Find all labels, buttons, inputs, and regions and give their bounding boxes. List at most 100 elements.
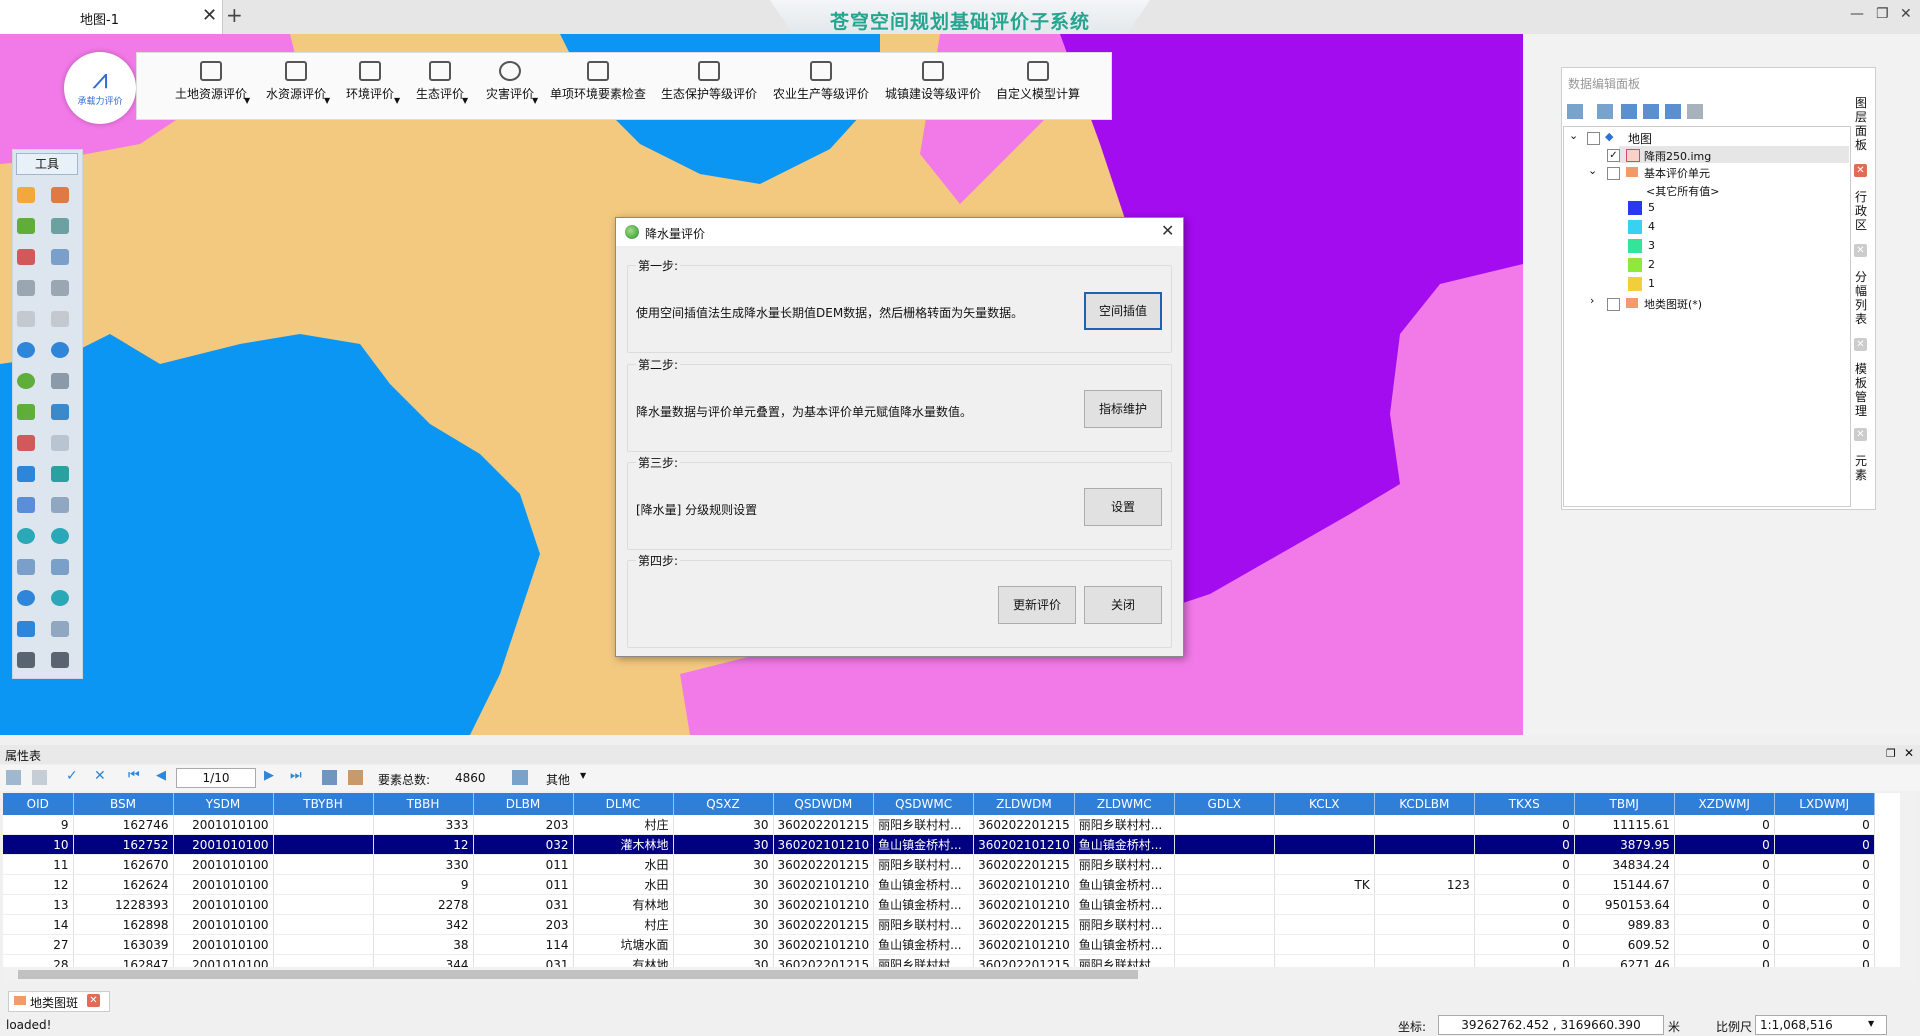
single-environment-check-button[interactable]: 单项环境要素检查 xyxy=(547,53,649,119)
column-header-tbybh[interactable]: TBYBH xyxy=(273,793,374,815)
hand-pan-icon[interactable] xyxy=(51,652,69,668)
table-icon[interactable] xyxy=(1643,104,1659,119)
previous-extent-icon[interactable] xyxy=(17,621,35,637)
pan-move-icon[interactable] xyxy=(51,404,69,420)
layer-grid-icon[interactable] xyxy=(1567,104,1583,119)
column-header-zldwdm[interactable]: ZLDWDM xyxy=(973,793,1075,815)
restore-button[interactable]: ❐ xyxy=(1876,6,1889,22)
page-input[interactable]: 1/10 xyxy=(176,768,256,788)
tab-template-manager[interactable]: 模板管理 xyxy=(1850,362,1872,418)
index-maintenance-button[interactable]: 指标维护 xyxy=(1084,390,1162,428)
filter-icon[interactable] xyxy=(512,770,528,785)
float-panel-icon[interactable]: ❐ xyxy=(1886,747,1896,760)
column-header-kcdlbm[interactable]: KCDLBM xyxy=(1374,793,1475,815)
check-icon[interactable]: ✓ xyxy=(66,768,78,784)
layer-add-icon[interactable] xyxy=(51,187,69,203)
tab-map-1[interactable]: 地图-1 ✕ xyxy=(0,0,223,34)
landuse-layer-checkbox[interactable] xyxy=(1607,298,1620,311)
group-checkbox[interactable] xyxy=(1607,167,1620,180)
grid-view-icon[interactable] xyxy=(322,770,337,785)
column-header-tbmj[interactable]: TBMJ xyxy=(1574,793,1675,815)
column-header-qsdwmc[interactable]: QSDWMC xyxy=(873,793,975,815)
landuse-layer-label[interactable]: 地类图斑(*) xyxy=(1644,296,1702,312)
chevron-down-icon[interactable]: ▼ xyxy=(394,96,400,105)
dialog-close-icon[interactable]: ✕ xyxy=(1161,221,1174,240)
column-header-dlmc[interactable]: DLMC xyxy=(573,793,674,815)
chevron-down-icon[interactable]: ▼ xyxy=(462,96,468,105)
ecology-eval-button[interactable]: 生态评价 xyxy=(407,53,473,119)
other-dropdown[interactable]: 其他 xyxy=(546,771,570,788)
img-layer-label[interactable]: 降雨250.img xyxy=(1644,148,1711,164)
column-header-oid[interactable]: OID xyxy=(3,793,74,815)
column-header-dlbm[interactable]: DLBM xyxy=(473,793,574,815)
land-resource-eval-button[interactable]: 土地资源评价 xyxy=(167,53,255,119)
vertical-scrollbar[interactable] xyxy=(1900,793,1917,982)
first-page-icon[interactable]: ⏮ xyxy=(128,768,140,783)
collapse-icon[interactable]: ⌄ xyxy=(1569,129,1578,142)
tab-sheet-list[interactable]: 分幅列表 xyxy=(1850,270,1872,326)
database-icon[interactable] xyxy=(51,218,69,234)
full-extent-icon[interactable] xyxy=(17,559,35,575)
table-row[interactable]: 14 162898 2001010100 342 203 村庄 30 360202201215… xyxy=(3,914,1875,935)
tab-close-icon[interactable]: ✕ xyxy=(202,5,217,26)
save-edit-icon[interactable] xyxy=(32,770,47,785)
layer-stack-icon[interactable] xyxy=(1621,104,1637,119)
column-header-tkxs[interactable]: TKXS xyxy=(1474,793,1575,815)
next-extent-icon[interactable] xyxy=(51,621,69,637)
disaster-eval-button[interactable]: 灾害评价 xyxy=(477,53,543,119)
custom-model-button[interactable]: 自定义模型计算 xyxy=(991,53,1085,119)
paste-icon[interactable] xyxy=(51,280,69,296)
edit-table-icon[interactable] xyxy=(6,770,21,785)
next-page-icon[interactable]: ▶ xyxy=(264,768,274,783)
identify-icon[interactable] xyxy=(51,342,69,358)
minimize-button[interactable]: — xyxy=(1850,6,1864,22)
erase-icon[interactable] xyxy=(51,497,69,513)
redo-icon[interactable] xyxy=(51,311,69,327)
water-resource-eval-button[interactable]: 水资源评价 xyxy=(257,53,335,119)
table-row[interactable]: 13 1228393 2001010100 2278 031 有林地 30 360202101… xyxy=(3,894,1875,915)
open-folder-icon[interactable] xyxy=(17,187,35,203)
update-evaluation-button[interactable]: 更新评价 xyxy=(998,586,1076,624)
coordinate-field[interactable]: 39262762.452 , 3169660.390 xyxy=(1438,1015,1664,1035)
column-header-zldwmc[interactable]: ZLDWMC xyxy=(1074,793,1175,815)
fit-extent-icon[interactable] xyxy=(51,559,69,575)
save-icon[interactable] xyxy=(17,218,35,234)
chevron-down-icon[interactable]: ▼ xyxy=(532,96,538,105)
prev-page-icon[interactable]: ◀ xyxy=(156,768,166,783)
scrollbar-thumb[interactable] xyxy=(18,970,1138,979)
group-label[interactable]: 基本评价单元 xyxy=(1644,165,1710,181)
split-icon[interactable] xyxy=(51,435,69,451)
draw-line-icon[interactable] xyxy=(17,435,35,451)
chevron-down-icon[interactable]: ▼ xyxy=(580,771,586,780)
close-icon[interactable]: ✕ xyxy=(1854,164,1867,177)
eco-protection-grade-button[interactable]: 生态保护等级评价 xyxy=(657,53,761,119)
table-row[interactable]: 27 163039 2001010100 38 114 坑塘水面 30 36020210121… xyxy=(3,934,1875,955)
copy-icon[interactable] xyxy=(17,280,35,296)
last-page-icon[interactable]: ⏭ xyxy=(290,768,302,783)
column-header-gdlx[interactable]: GDLX xyxy=(1174,793,1275,815)
column-header-ysdm[interactable]: YSDM xyxy=(173,793,274,815)
undo-icon[interactable] xyxy=(17,311,35,327)
collapse-icon[interactable]: ⌄ xyxy=(1588,164,1597,177)
info-icon[interactable] xyxy=(17,342,35,358)
tab-admin-region[interactable]: 行政区 xyxy=(1850,190,1872,232)
column-header-lxdwmj[interactable]: LXDWMJ xyxy=(1774,793,1875,815)
spatial-interpolation-button[interactable]: 空间插值 xyxy=(1084,292,1162,330)
root-checkbox[interactable] xyxy=(1587,132,1600,145)
table-row[interactable]: 10 162752 2001010100 12 032 灌木林地 30 36020210121… xyxy=(3,834,1875,855)
world-icon[interactable] xyxy=(17,590,35,606)
layer-sort-icon[interactable] xyxy=(1597,104,1613,119)
table-row[interactable]: 9 162746 2001010100 333 203 村庄 30 360202201215 丽… xyxy=(3,815,1875,835)
form-view-icon[interactable] xyxy=(348,770,363,785)
new-tab-button[interactable]: + xyxy=(226,3,243,27)
close-icon[interactable]: ✕ xyxy=(1854,244,1867,257)
close-icon[interactable]: ✕ xyxy=(1854,428,1867,441)
expand-icon[interactable]: › xyxy=(1590,294,1594,307)
layer-tab-landuse[interactable]: 地类图斑 ✕ xyxy=(8,991,110,1012)
layers-icon[interactable] xyxy=(17,466,35,482)
delete-icon[interactable] xyxy=(17,497,35,513)
window-close-button[interactable]: ✕ xyxy=(1900,6,1912,22)
column-header-kclx[interactable]: KCLX xyxy=(1274,793,1375,815)
zoom-in-icon[interactable] xyxy=(17,528,35,544)
table-row[interactable]: 11 162670 2001010100 330 011 水田 30 360202201215… xyxy=(3,854,1875,875)
